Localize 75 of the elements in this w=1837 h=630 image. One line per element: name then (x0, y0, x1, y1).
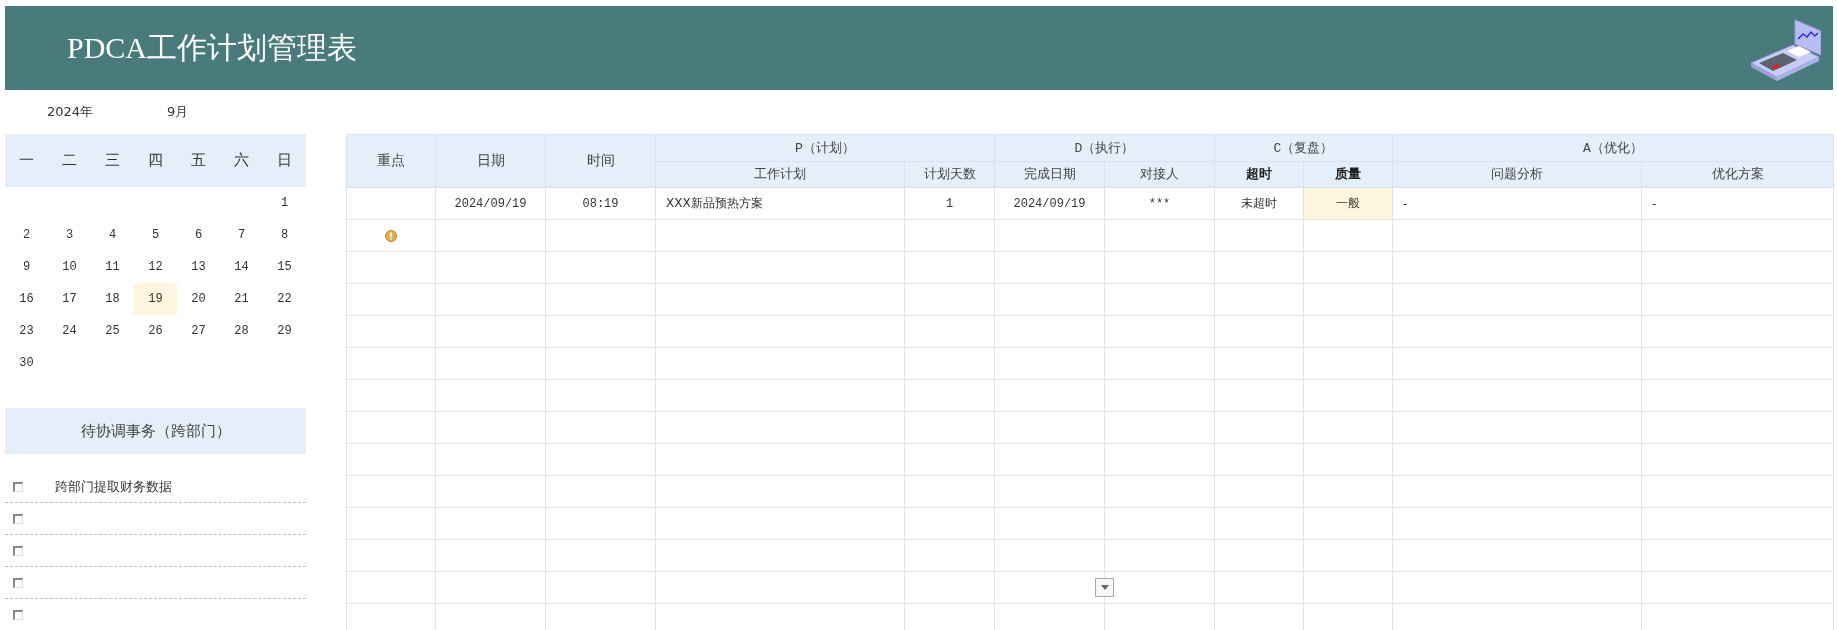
column-group-header: P（计划） (655, 134, 995, 161)
calendar-day[interactable]: 19 (134, 283, 177, 315)
column-header: 对接人 (1104, 161, 1215, 188)
weekday-header: 五 (177, 134, 220, 187)
cell-text: - (1652, 196, 1657, 211)
column-group-header: A（优化） (1392, 134, 1834, 161)
cell-text: 2024/09/19 (1013, 196, 1086, 211)
calendar-day[interactable]: 8 (263, 219, 306, 251)
column-header: 质量 (1303, 161, 1393, 188)
column-header: 日期 (435, 134, 546, 188)
weekday-header: 三 (91, 134, 134, 187)
calendar-day[interactable]: 6 (177, 219, 220, 251)
calendar-day[interactable]: 16 (5, 283, 48, 315)
column-header: 时间 (545, 134, 656, 188)
calendar-day[interactable]: 5 (134, 219, 177, 251)
cell-text: 2024/09/19 (454, 196, 527, 211)
calendar-day[interactable]: 29 (263, 315, 306, 347)
cell-text: - (1403, 196, 1408, 211)
cell-text: 1 (945, 196, 954, 211)
column-group-header: D（执行） (994, 134, 1215, 161)
checkbox[interactable] (13, 577, 23, 588)
calendar-day[interactable]: 18 (91, 283, 134, 315)
caret-icon (1100, 585, 1109, 590)
column-header: 问题分析 (1392, 161, 1642, 188)
column-header: 重点 (346, 134, 436, 188)
weekday-header: 二 (48, 134, 91, 187)
calendar-day[interactable]: 14 (220, 251, 263, 283)
calendar-day[interactable]: 1 (263, 187, 306, 219)
calendar-day[interactable]: 15 (263, 251, 306, 283)
checkbox[interactable] (13, 481, 23, 492)
calendar-day[interactable]: 9 (5, 251, 48, 283)
table-cell: 一般 (1303, 187, 1393, 220)
checkbox[interactable] (13, 545, 23, 556)
weekday-header: 四 (134, 134, 177, 187)
column-header: 优化方案 (1641, 161, 1834, 188)
weekday-header: 六 (220, 134, 263, 187)
calendar-day[interactable]: 26 (134, 315, 177, 347)
calendar-day[interactable]: 2 (5, 219, 48, 251)
weekday-header: 一 (5, 134, 48, 187)
cell-text: 未超时 (1241, 196, 1277, 210)
weekday-header: 日 (263, 134, 306, 187)
section-header: 待协调事务（跨部门） (5, 408, 306, 454)
checkbox[interactable] (13, 513, 23, 524)
calendar-day[interactable]: 30 (5, 347, 48, 379)
column-header: 完成日期 (994, 161, 1105, 188)
column-header: 计划天数 (904, 161, 995, 188)
calendar-day[interactable]: 27 (177, 315, 220, 347)
calendar-day[interactable]: 13 (177, 251, 220, 283)
calendar-day[interactable]: 3 (48, 219, 91, 251)
month-label: 9月 (167, 103, 189, 121)
calendar-day[interactable]: 7 (220, 219, 263, 251)
page-title: PDCA工作计划管理表 (67, 29, 358, 66)
task-text: 跨部门提取财务数据 (55, 477, 172, 496)
calendar-day[interactable]: 12 (134, 251, 177, 283)
dropdown-button[interactable] (1095, 578, 1114, 597)
checkbox[interactable] (13, 609, 23, 620)
warning-icon (385, 230, 397, 242)
calendar-day[interactable]: 17 (48, 283, 91, 315)
cell-text: 08:19 (582, 196, 619, 211)
calendar-day[interactable]: 21 (220, 283, 263, 315)
calendar-day[interactable]: 28 (220, 315, 263, 347)
cell-text: XXX新品预热方案 (666, 196, 763, 210)
calendar-day[interactable]: 25 (91, 315, 134, 347)
cell-text: *** (1148, 196, 1171, 211)
column-header: 工作计划 (655, 161, 905, 188)
year-label: 2024年 (47, 103, 95, 121)
calendar-day[interactable]: 20 (177, 283, 220, 315)
calendar-day[interactable]: 10 (48, 251, 91, 283)
column-header: 超时 (1214, 161, 1304, 188)
calendar-day[interactable]: 4 (91, 219, 134, 251)
column-group-header: C（复盘） (1214, 134, 1393, 161)
calendar-day[interactable]: 24 (48, 315, 91, 347)
calendar-day[interactable]: 23 (5, 315, 48, 347)
calendar-day[interactable]: 22 (263, 283, 306, 315)
calendar-day[interactable]: 11 (91, 251, 134, 283)
